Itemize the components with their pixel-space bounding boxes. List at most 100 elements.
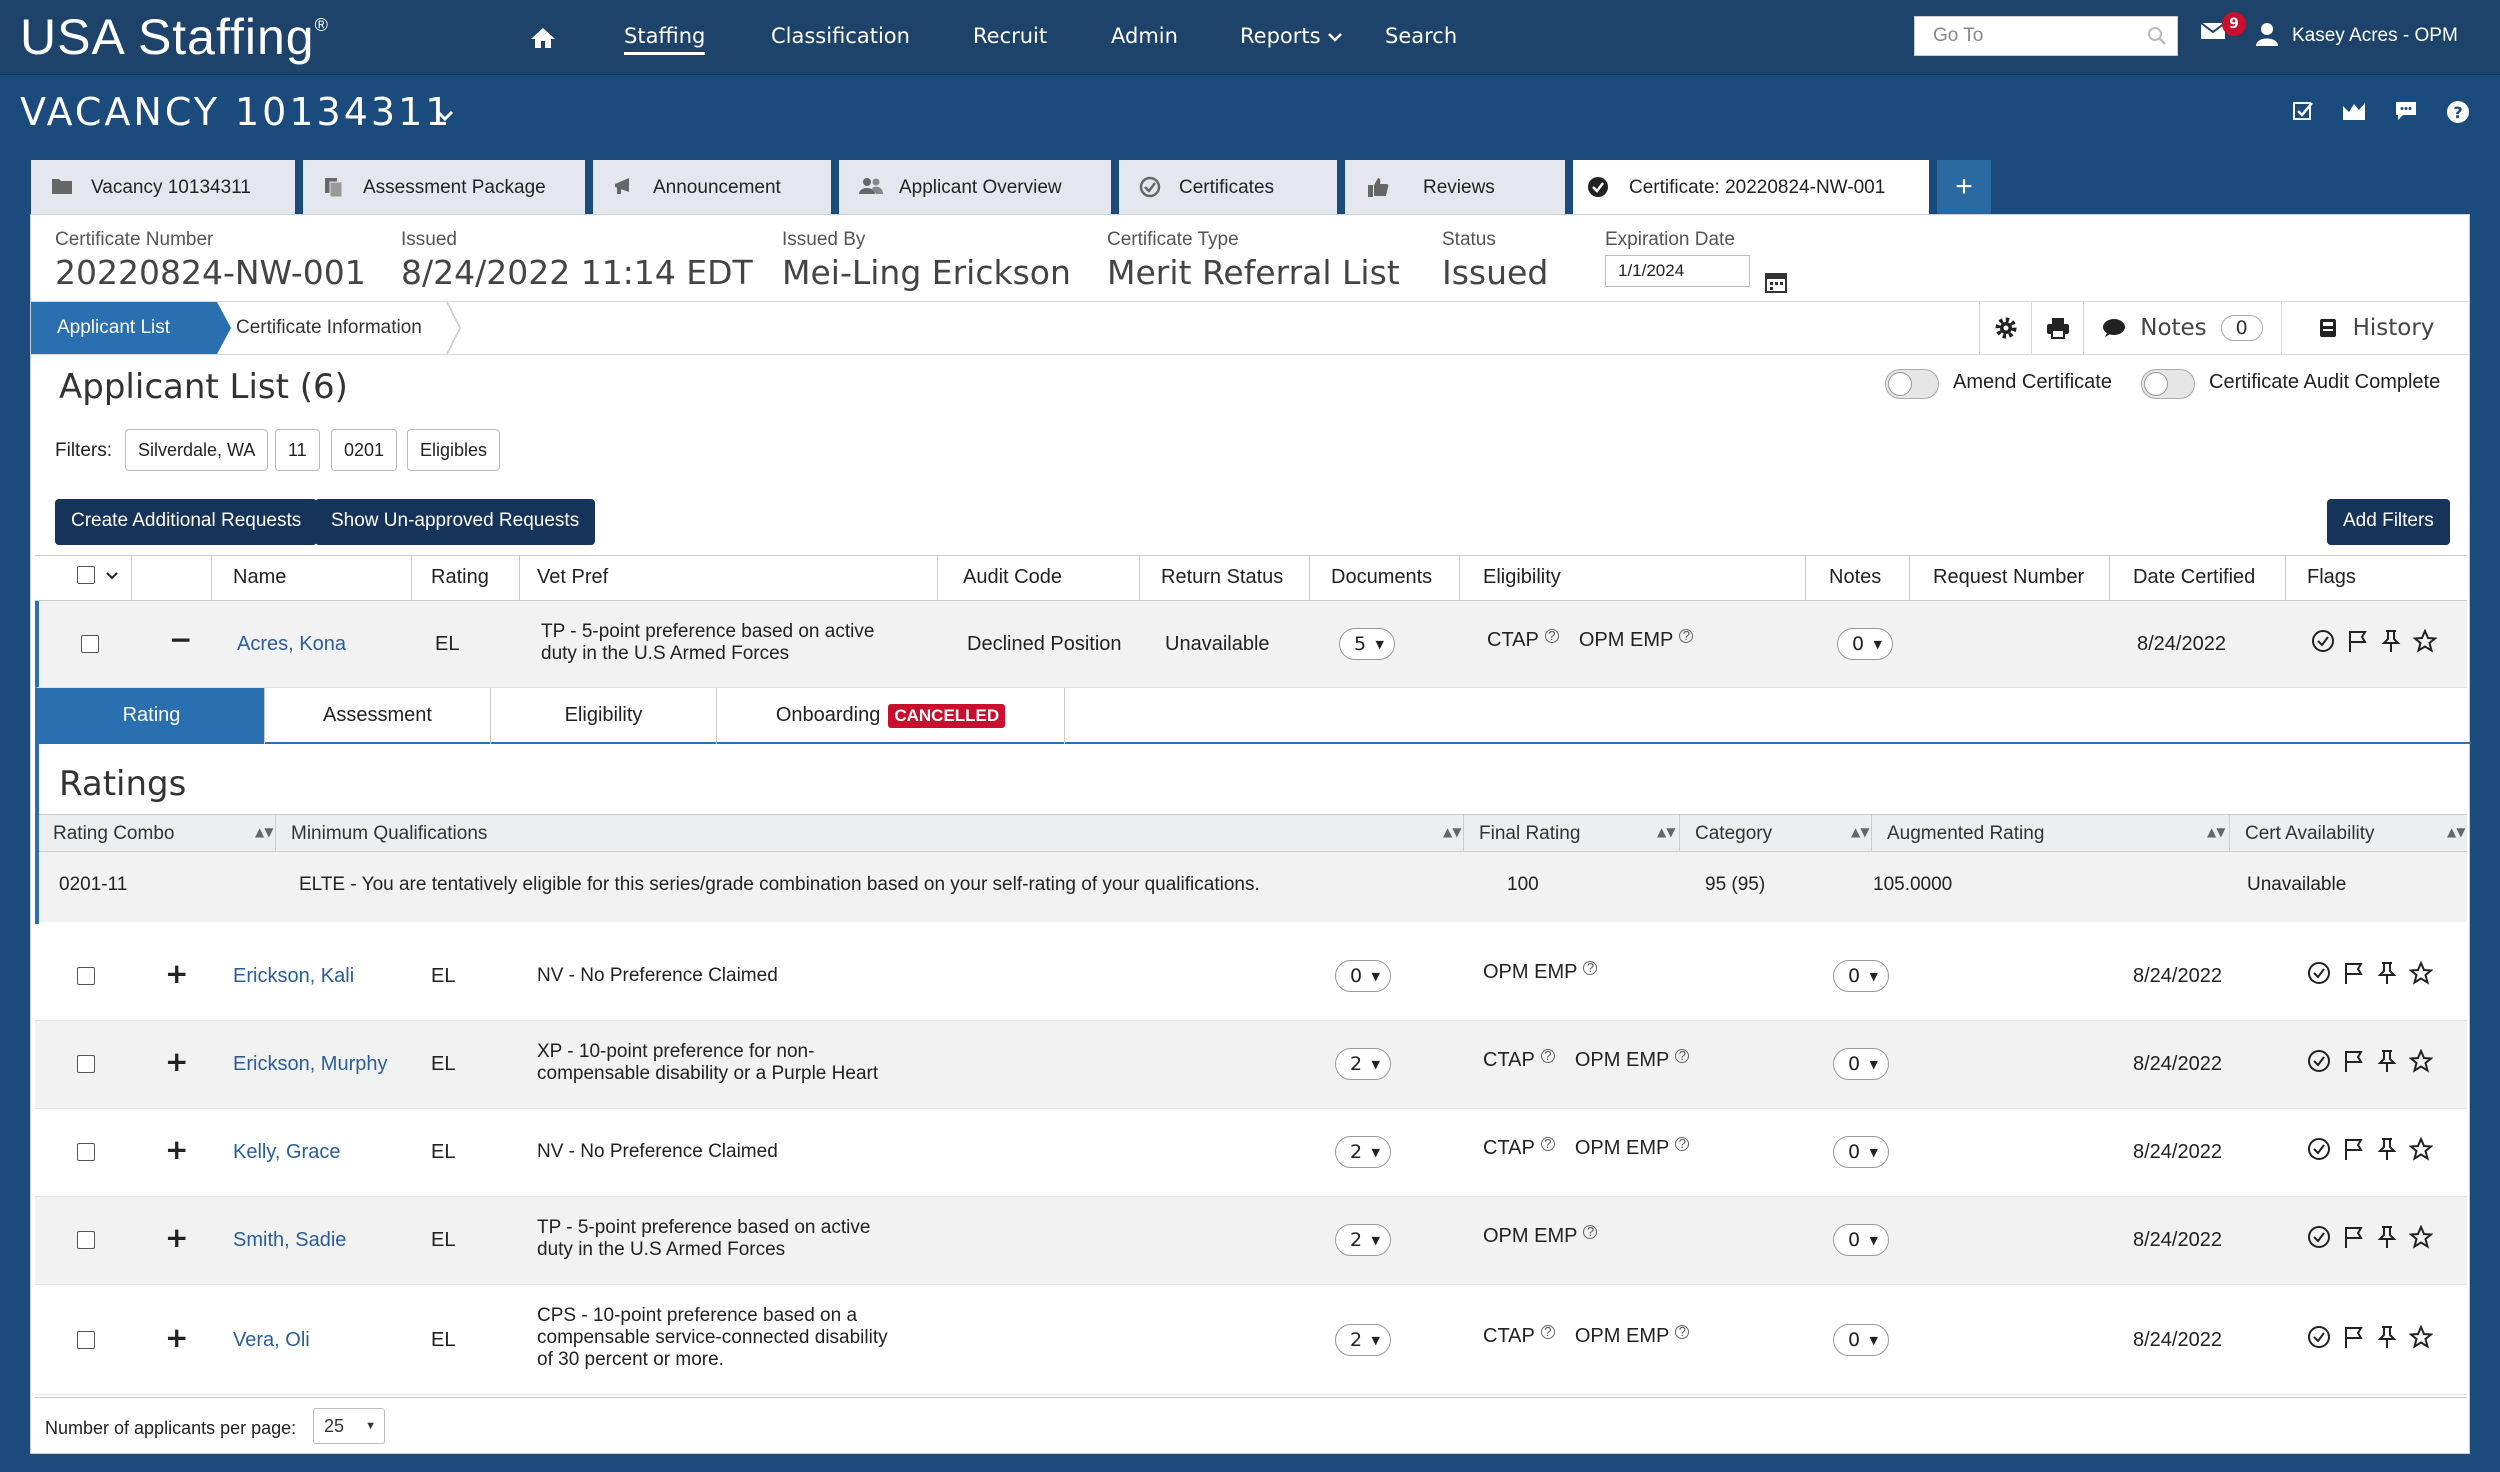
chevron-down-icon[interactable]: [105, 571, 119, 581]
flag-icon[interactable]: [2343, 961, 2365, 985]
tab-certificates[interactable]: Certificates: [1119, 160, 1337, 214]
create-additional-requests-button[interactable]: Create Additional Requests: [55, 499, 318, 545]
help-icon[interactable]: ?: [1675, 1049, 1690, 1063]
notes-dropdown[interactable]: 0 ▼: [1833, 960, 1889, 992]
column-header[interactable]: Request Number: [1933, 566, 2084, 589]
column-header[interactable]: Final Rating: [1479, 823, 1580, 845]
column-header[interactable]: Return Status: [1161, 566, 1283, 589]
documents-dropdown[interactable]: 2 ▼: [1335, 1136, 1391, 1168]
vacancy-title[interactable]: VACANCY 10134311: [20, 90, 452, 134]
search-icon[interactable]: [2147, 26, 2167, 46]
applicant-name-link[interactable]: Acres, Kona: [237, 633, 346, 656]
sort-icon[interactable]: ▲▼: [1851, 825, 1869, 839]
column-header[interactable]: Augmented Rating: [1887, 823, 2044, 845]
column-header[interactable]: Category: [1695, 823, 1772, 845]
tab-reviews[interactable]: Reviews: [1345, 160, 1565, 214]
sort-icon[interactable]: ▲▼: [255, 825, 273, 839]
collapse-icon[interactable]: −: [169, 623, 192, 656]
row-checkbox[interactable]: [77, 967, 95, 985]
notes-dropdown[interactable]: 0 ▼: [1833, 1224, 1889, 1256]
table-row[interactable]: + Erickson, Murphy EL XP - 10-point pref…: [35, 1021, 2467, 1109]
star-icon[interactable]: [2409, 1325, 2433, 1349]
breadcrumb-certificate-information[interactable]: Certificate Information: [236, 317, 422, 339]
nav-reports[interactable]: Reports: [1240, 24, 1343, 48]
documents-dropdown[interactable]: 5 ▼: [1339, 628, 1395, 660]
home-icon[interactable]: [530, 26, 556, 50]
table-row[interactable]: + Vera, Oli EL CPS - 10-point preference…: [35, 1285, 2467, 1395]
notes-dropdown[interactable]: 0 ▼: [1833, 1048, 1889, 1080]
table-row[interactable]: + Kelly, Grace EL NV - No Preference Cla…: [35, 1109, 2467, 1197]
sort-icon[interactable]: ▲▼: [1657, 825, 1675, 839]
help-icon[interactable]: ?: [1544, 629, 1559, 643]
select-all-checkbox[interactable]: [77, 566, 95, 584]
help-icon[interactable]: ?: [1675, 1137, 1690, 1151]
calendar-icon[interactable]: [1765, 271, 1787, 293]
applicant-name-link[interactable]: Vera, Oli: [233, 1329, 310, 1352]
table-row[interactable]: + Smith, Sadie EL TP - 5-point preferenc…: [35, 1197, 2467, 1285]
sort-icon[interactable]: ▲▼: [1443, 825, 1461, 839]
row-checkbox[interactable]: [77, 1231, 95, 1249]
column-header[interactable]: Date Certified: [2133, 566, 2255, 589]
help-icon[interactable]: ?: [2446, 100, 2470, 124]
nav-recruit[interactable]: Recruit: [973, 24, 1047, 48]
goto-input[interactable]: Go To: [1914, 16, 2178, 56]
tab-eligibility[interactable]: Eligibility: [491, 688, 717, 744]
filter-chip[interactable]: 0201: [331, 429, 398, 471]
row-checkbox[interactable]: [81, 635, 99, 653]
user-name[interactable]: Kasey Acres - OPM: [2292, 25, 2458, 47]
check-circle-icon[interactable]: [2311, 629, 2335, 653]
user-icon[interactable]: [2256, 22, 2278, 46]
help-icon[interactable]: ?: [1540, 1137, 1555, 1151]
filter-chip[interactable]: Silverdale, WA: [125, 429, 269, 471]
tab-applicant-overview[interactable]: Applicant Overview: [839, 160, 1111, 214]
check-circle-icon[interactable]: [2307, 1137, 2331, 1161]
star-icon[interactable]: [2409, 1049, 2433, 1073]
expand-icon[interactable]: +: [165, 1133, 188, 1166]
notes-dropdown[interactable]: 0 ▼: [1833, 1324, 1889, 1356]
column-header[interactable]: Minimum Qualifications: [291, 823, 487, 845]
notes-dropdown[interactable]: 0 ▼: [1837, 628, 1893, 660]
column-header[interactable]: Vet Pref: [537, 566, 608, 589]
tab-vacancy[interactable]: Vacancy 10134311: [31, 160, 295, 214]
breadcrumb-applicant-list[interactable]: Applicant List: [31, 302, 217, 354]
nav-admin[interactable]: Admin: [1111, 24, 1178, 48]
applicant-name-link[interactable]: Erickson, Murphy: [233, 1053, 388, 1076]
chat-icon[interactable]: [2394, 100, 2418, 122]
sort-icon[interactable]: ▲▼: [2447, 825, 2465, 839]
column-header[interactable]: Rating: [431, 566, 489, 589]
nav-staffing[interactable]: Staffing: [624, 24, 706, 55]
row-checkbox[interactable]: [77, 1055, 95, 1073]
tab-onboarding[interactable]: Onboarding CANCELLED: [717, 688, 1065, 744]
tab-assessment-package[interactable]: Assessment Package: [303, 160, 585, 214]
certificate-audit-toggle[interactable]: [2141, 369, 2195, 399]
tab-announcement[interactable]: Announcement: [593, 160, 831, 214]
check-circle-icon[interactable]: [2307, 1049, 2331, 1073]
pin-icon[interactable]: [2381, 629, 2401, 653]
check-circle-icon[interactable]: [2307, 1225, 2331, 1249]
flag-icon[interactable]: [2343, 1049, 2365, 1073]
column-header[interactable]: Audit Code: [963, 566, 1062, 589]
pin-icon[interactable]: [2377, 1325, 2397, 1349]
pin-icon[interactable]: [2377, 1049, 2397, 1073]
row-checkbox[interactable]: [77, 1331, 95, 1349]
flag-icon[interactable]: [2343, 1325, 2365, 1349]
column-header[interactable]: Cert Availability: [2245, 823, 2375, 845]
filter-chip[interactable]: Eligibles: [407, 429, 501, 471]
check-circle-icon[interactable]: [2307, 961, 2331, 985]
expand-icon[interactable]: +: [165, 957, 188, 990]
documents-dropdown[interactable]: 0 ▼: [1335, 960, 1391, 992]
help-icon[interactable]: ?: [1540, 1049, 1555, 1063]
help-icon[interactable]: ?: [1679, 629, 1694, 643]
column-header[interactable]: Flags: [2307, 566, 2356, 589]
amend-certificate-toggle[interactable]: [1885, 369, 1939, 399]
expand-icon[interactable]: +: [165, 1045, 188, 1078]
column-header[interactable]: Name: [233, 566, 286, 589]
flag-icon[interactable]: [2343, 1225, 2365, 1249]
help-icon[interactable]: ?: [1675, 1325, 1690, 1339]
column-header[interactable]: Documents: [1331, 566, 1432, 589]
show-unapproved-requests-button[interactable]: Show Un-approved Requests: [315, 499, 596, 545]
pin-icon[interactable]: [2377, 961, 2397, 985]
print-button[interactable]: [2031, 302, 2083, 354]
documents-dropdown[interactable]: 2 ▼: [1335, 1324, 1391, 1356]
expiration-date-input[interactable]: 1/1/2024: [1605, 255, 1750, 287]
